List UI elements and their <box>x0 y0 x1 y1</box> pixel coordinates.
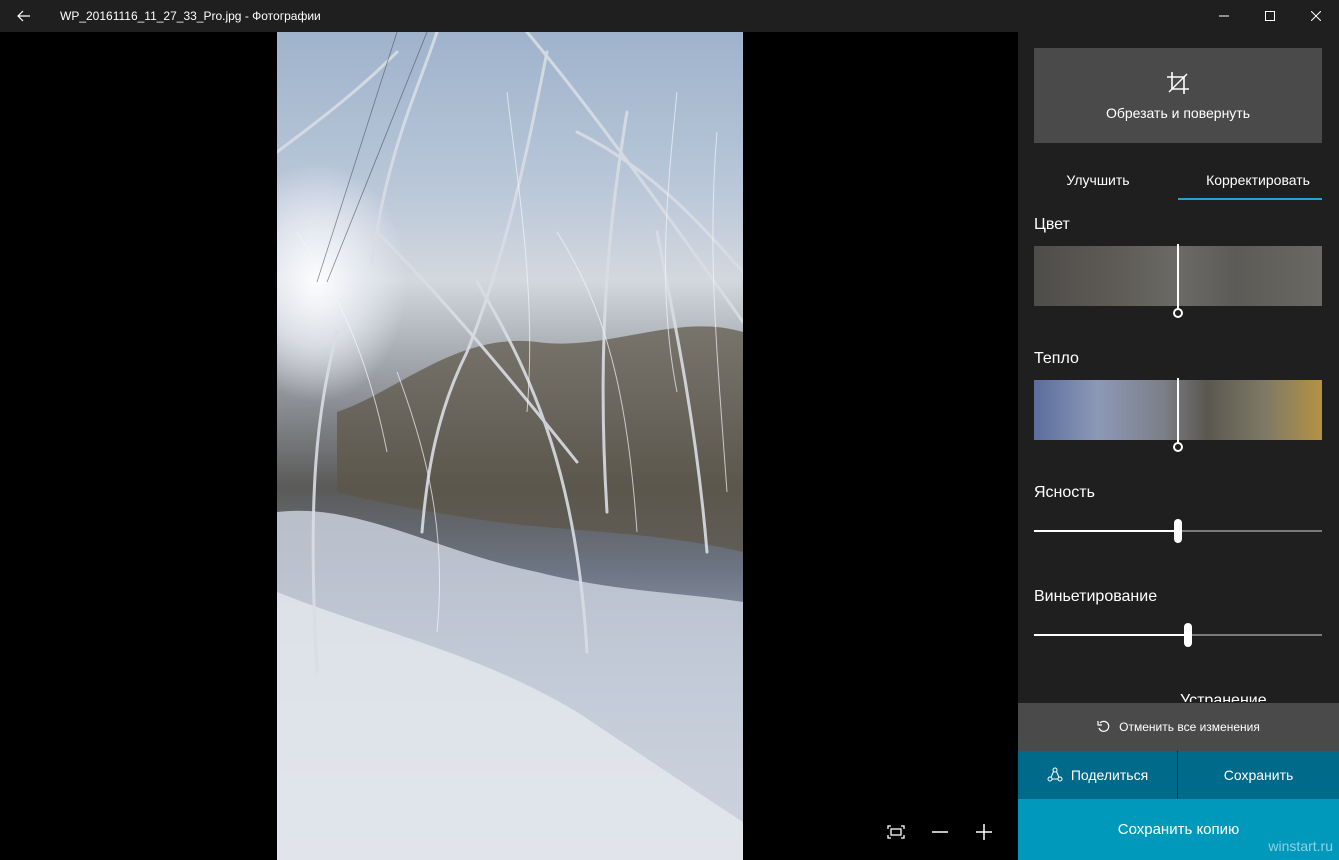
color-label: Цвет <box>1034 216 1070 233</box>
edit-panel: Обрезать и повернуть Улучшить Корректиро… <box>1018 32 1339 860</box>
watermark: winstart.ru <box>1268 838 1333 854</box>
undo-icon <box>1097 720 1111 734</box>
share-button[interactable]: Поделиться <box>1018 751 1178 799</box>
warmth-marker <box>1177 378 1179 444</box>
close-icon <box>1311 11 1321 21</box>
window-title: WP_20161116_11_27_33_Pro.jpg - Фотографи… <box>60 9 321 23</box>
clarity-slider-fill <box>1034 530 1178 532</box>
share-icon <box>1047 767 1063 783</box>
minimize-icon <box>1219 15 1229 17</box>
share-label: Поделиться <box>1070 767 1149 783</box>
photo-preview <box>277 32 743 860</box>
fit-to-screen-button[interactable] <box>884 820 908 844</box>
action-row: Поделиться Сохранить <box>1018 751 1339 799</box>
save-copy-label: Сохранить копию <box>1117 821 1240 838</box>
close-button[interactable] <box>1293 0 1339 32</box>
title-bar: WP_20161116_11_27_33_Pro.jpg - Фотографи… <box>0 0 1339 32</box>
revert-all-label: Отменить все изменения <box>1119 720 1260 734</box>
zoom-out-button[interactable] <box>928 820 952 844</box>
save-button[interactable]: Сохранить <box>1178 751 1339 799</box>
window-controls <box>1201 0 1339 32</box>
zoom-out-icon <box>932 831 948 833</box>
vignette-slider-fill <box>1034 634 1188 636</box>
red-eye-label-partial: Устранение <box>1180 692 1267 702</box>
color-marker <box>1177 244 1179 310</box>
maximize-icon <box>1265 11 1275 21</box>
back-arrow-icon <box>17 10 30 22</box>
vignette-label: Виньетирование <box>1034 588 1158 605</box>
zoom-in-icon <box>976 824 992 840</box>
warmth-handle[interactable] <box>1173 442 1183 452</box>
tab-adjust[interactable]: Корректировать <box>1178 160 1338 200</box>
save-copy-button[interactable]: Сохранить копию winstart.ru <box>1018 799 1339 860</box>
crop-icon <box>1167 71 1189 94</box>
tab-enhance[interactable]: Улучшить <box>1018 160 1178 200</box>
warmth-label: Тепло <box>1034 350 1079 367</box>
clarity-slider-thumb[interactable] <box>1174 519 1182 543</box>
edit-tabs: Улучшить Корректировать <box>1018 160 1339 200</box>
back-button[interactable] <box>0 0 48 32</box>
zoom-in-button[interactable] <box>972 820 996 844</box>
minimize-button[interactable] <box>1201 0 1247 32</box>
revert-all-button[interactable]: Отменить все изменения <box>1018 703 1339 751</box>
photo-canvas <box>0 32 1018 860</box>
photo-illustration <box>277 32 743 860</box>
clarity-label: Ясность <box>1034 484 1095 501</box>
vignette-slider-thumb[interactable] <box>1184 623 1192 647</box>
color-handle[interactable] <box>1173 308 1183 318</box>
maximize-button[interactable] <box>1247 0 1293 32</box>
zoom-toolbar <box>884 820 996 844</box>
vignette-slider[interactable] <box>1034 623 1322 647</box>
crop-rotate-label: Обрезать и повернуть <box>1105 104 1251 121</box>
fit-to-screen-icon <box>887 825 905 839</box>
clarity-slider[interactable] <box>1034 519 1322 543</box>
crop-rotate-button[interactable]: Обрезать и повернуть <box>1034 48 1322 143</box>
